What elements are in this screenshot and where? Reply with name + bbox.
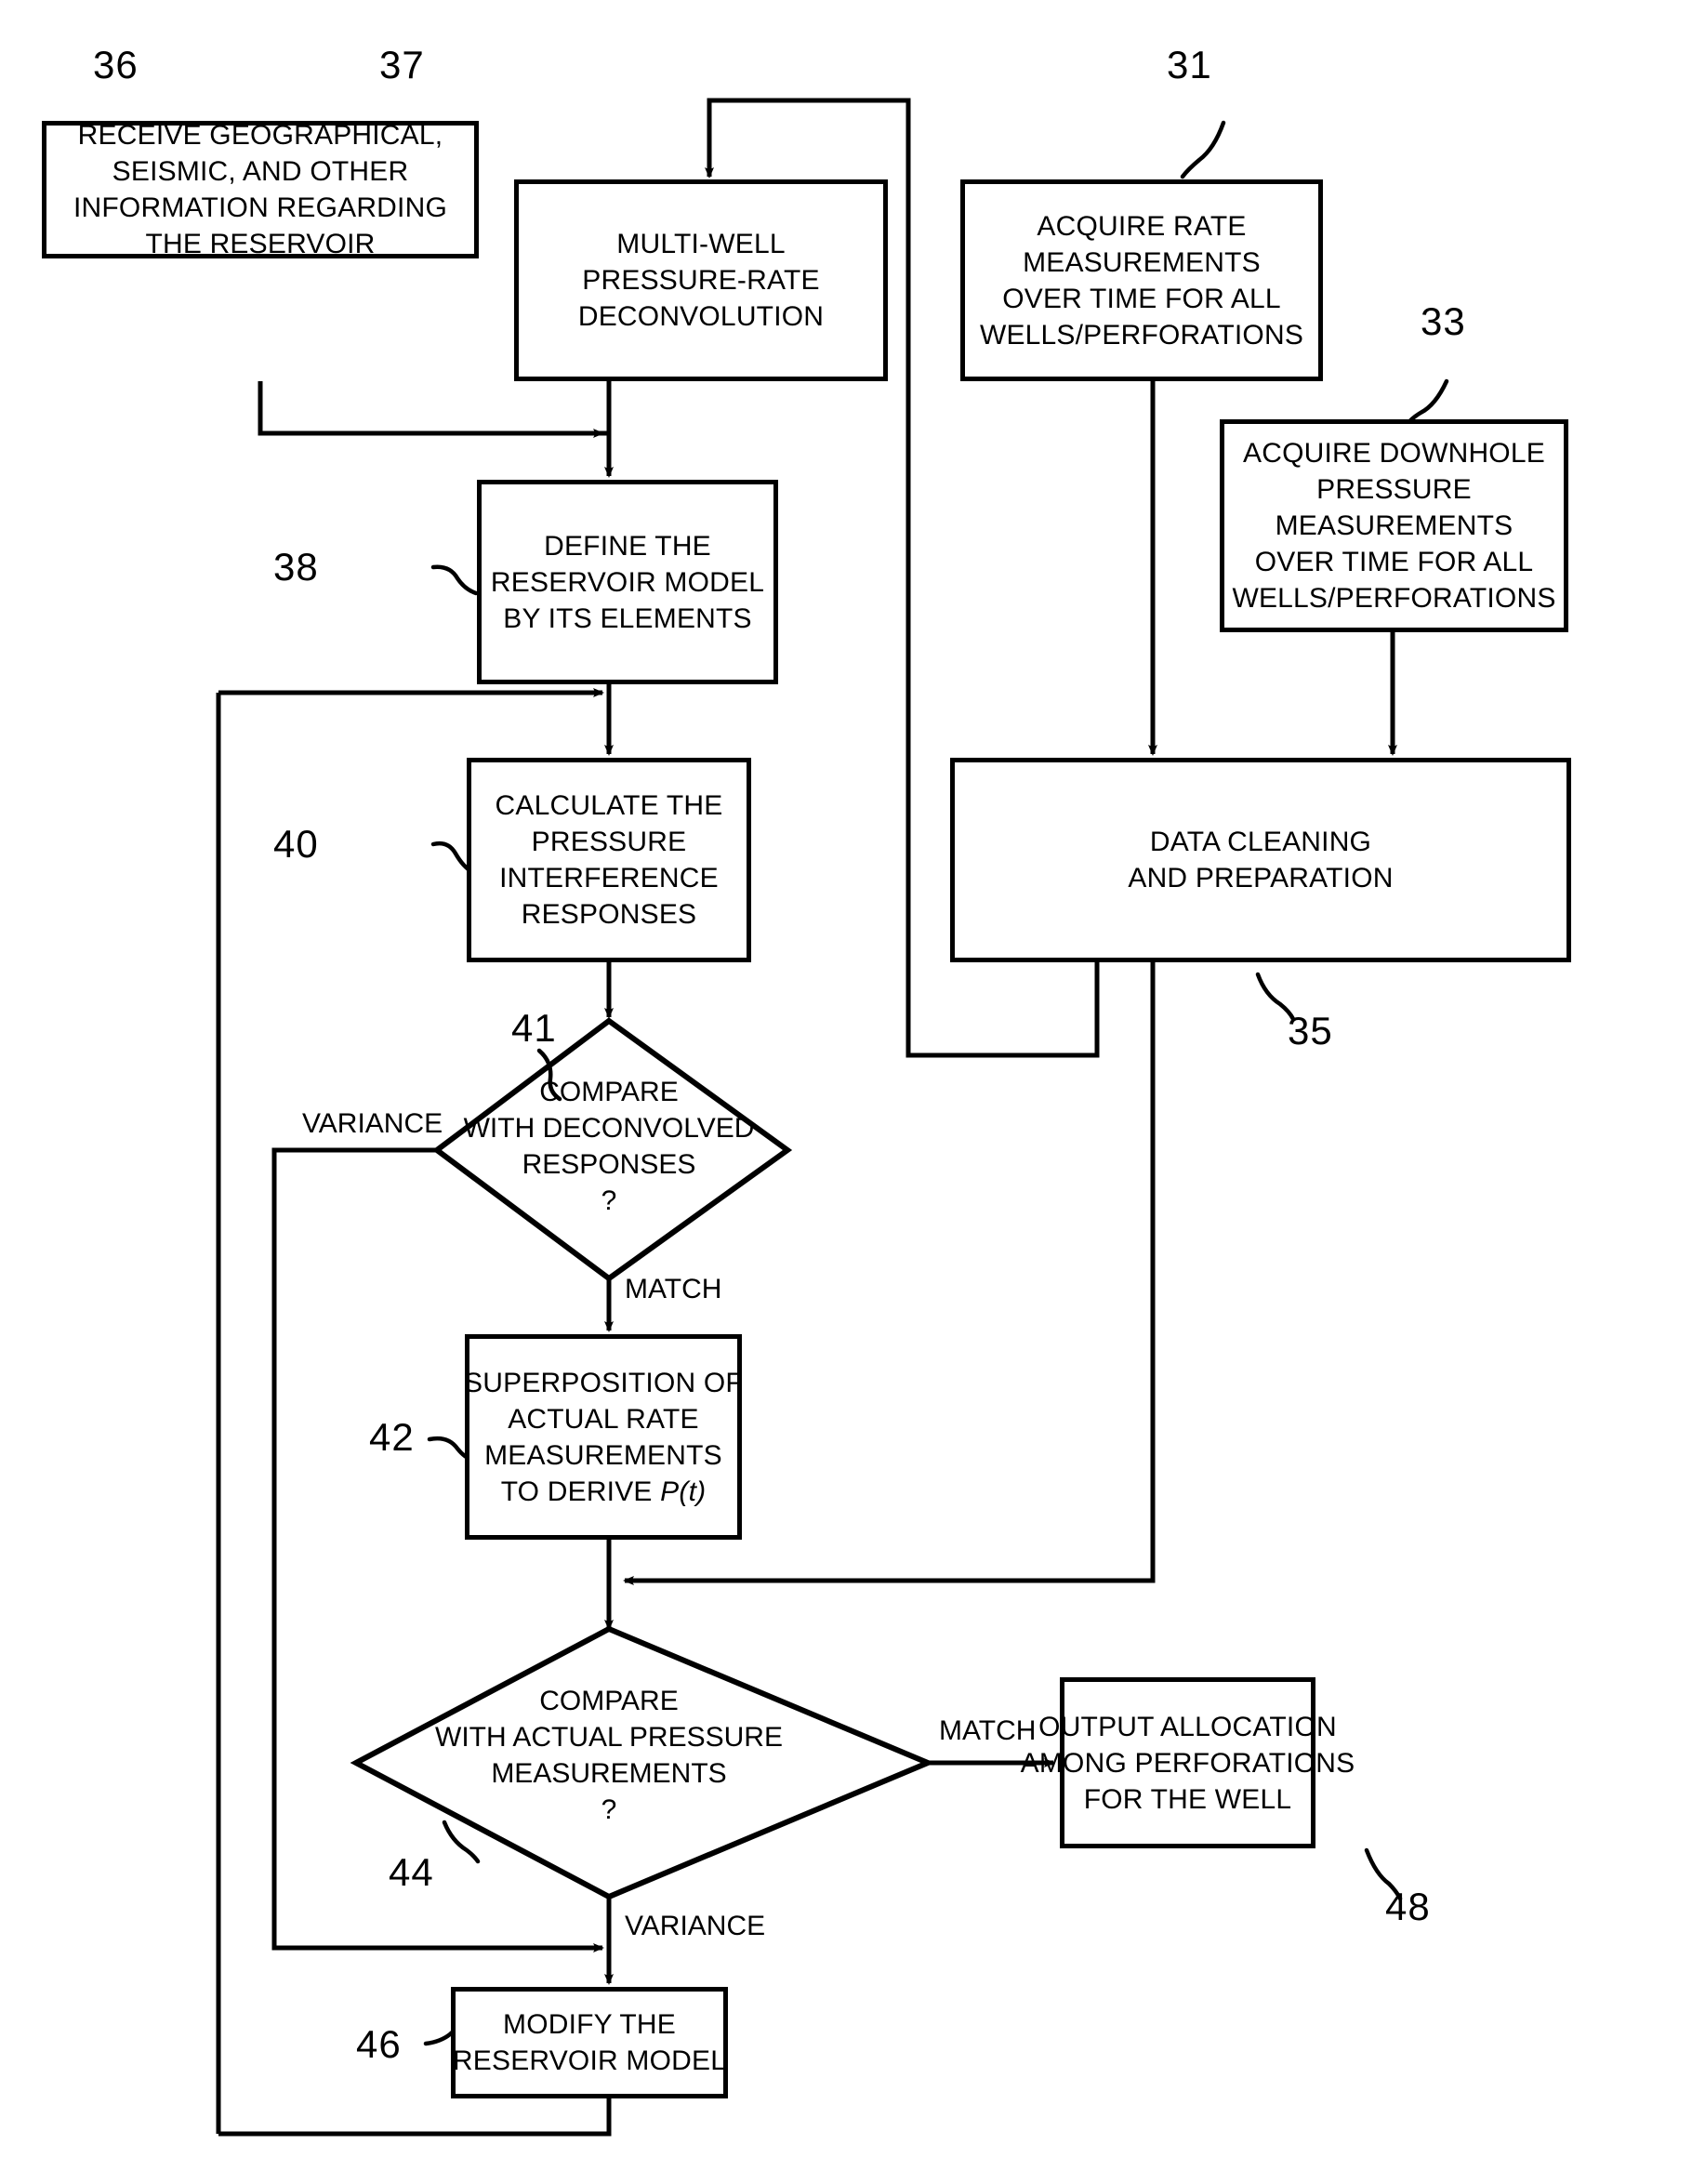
ref-number-38: 38 [273,545,319,589]
node-line: RESERVOIR MODEL [490,566,765,598]
edge-41-variance [271,1147,604,1952]
ref-number-37: 37 [379,43,425,86]
node-calculate-pressure-interference[interactable]: CALCULATE THE PRESSURE INTERFERENCE RESP… [467,758,751,962]
node-line: ACQUIRE RATE [1037,210,1247,242]
node-line: WITH ACTUAL PRESSURE [435,1722,783,1753]
node-modify-reservoir-model[interactable]: MODIFY THE RESERVOIR MODEL [451,1987,728,2098]
edge-label-variance-44: VARIANCE [625,1911,766,1941]
node-line: FOR THE WELL [1083,1783,1292,1815]
node-line: SEISMIC, AND OTHER [112,156,409,187]
node-line: ACQUIRE DOWNHOLE [1243,438,1545,469]
node-line: WELLS/PERFORATIONS [1232,583,1556,614]
node-line: AND PREPARATION [1128,863,1394,893]
edge-46-to-outer-loop [218,2098,612,2137]
node-line: DECONVOLUTION [577,301,825,332]
flowchart-canvas: RECEIVE GEOGRAPHICAL, SEISMIC, AND OTHER… [0,0,1692,2184]
node-line: DEFINE THE [544,530,711,562]
ref-number-44: 44 [389,1850,434,1894]
node-line: THE RESERVOIR [145,229,376,259]
leader-44 [442,1820,481,1864]
node-line: ? [601,1185,617,1216]
ref-number-36: 36 [93,43,139,86]
node-data-cleaning[interactable]: DATA CLEANING AND PREPARATION [950,758,1571,962]
node-line: PRESSURE [1316,474,1472,505]
node-line: RESERVOIR MODEL [452,2045,727,2076]
node-output-allocation[interactable]: OUTPUT ALLOCATION AMONG PERFORATIONS FOR… [1021,1677,1355,1848]
leader-38 [430,564,479,596]
decision-41-text[interactable]: COMPARE WITH DECONVOLVED RESPONSES ? [423,1074,795,1219]
node-line: INTERFERENCE [499,863,719,893]
node-line: OUTPUT ALLOCATION [1038,1711,1337,1742]
node-line: OVER TIME FOR ALL [1254,547,1534,577]
node-line: OVER TIME FOR ALL [1002,283,1281,314]
ref-number-41: 41 [511,1006,557,1050]
node-acquire-downhole-pressure[interactable]: ACQUIRE DOWNHOLE PRESSURE MEASUREMENTS O… [1220,419,1568,632]
leader-31 [1180,120,1226,179]
edge-label-match-44: MATCH [939,1715,1037,1746]
node-line: PRESSURE [531,827,687,857]
node-superposition-derive-pt[interactable]: SUPERPOSITION OF ACTUAL RATE MEASUREMENT… [464,1334,743,1540]
node-line: COMPARE [539,1686,679,1716]
node-line: MULTI-WELL [616,229,786,259]
ref-number-42: 42 [369,1415,415,1459]
node-line: MEASUREMENTS [484,1439,722,1471]
node-line: RESPONSES [521,899,697,930]
node-line-derive: TO DERIVE P(t) [501,1474,707,1510]
leader-33 [1405,378,1449,427]
node-multiwell-deconvolution[interactable]: MULTI-WELL PRESSURE-RATE DECONVOLUTION [514,179,888,381]
node-line: MEASUREMENTS [1023,246,1261,278]
node-line: BY ITS ELEMENTS [503,602,752,634]
ref-number-33: 33 [1421,299,1466,343]
edge-label-match-41: MATCH [625,1274,722,1304]
node-line: CALCULATE THE [495,790,723,821]
node-line: MEASUREMENTS [491,1758,727,1789]
node-line: PRESSURE-RATE [582,265,820,296]
node-receive-info[interactable]: RECEIVE GEOGRAPHICAL, SEISMIC, AND OTHER… [42,120,479,259]
derive-pt-symbol: P(t) [660,1476,707,1507]
node-line: AMONG PERFORATIONS [1020,1747,1355,1779]
node-line: RESPONSES [522,1149,696,1180]
ref-number-35: 35 [1288,1009,1333,1052]
ref-number-46: 46 [356,2022,402,2066]
node-line: MODIFY THE [503,2009,676,2040]
node-acquire-rate[interactable]: ACQUIRE RATE MEASUREMENTS OVER TIME FOR … [960,179,1323,381]
ref-number-31: 31 [1167,43,1212,86]
node-line: SUPERPOSITION OF [464,1367,743,1398]
node-line: WITH DECONVOLVED [463,1113,755,1144]
node-define-reservoir-model[interactable]: DEFINE THE RESERVOIR MODEL BY ITS ELEMEN… [477,480,778,684]
decision-44-text[interactable]: COMPARE WITH ACTUAL PRESSURE MEASUREMENT… [390,1683,827,1828]
node-line: ACTUAL RATE [508,1403,699,1435]
node-line: COMPARE [539,1077,679,1107]
node-line: RECEIVE GEOGRAPHICAL, [77,120,443,151]
node-line: MEASUREMENTS [1275,510,1514,541]
edge-36-to-38 [258,381,609,436]
node-line: WELLS/PERFORATIONS [979,319,1304,351]
node-line: ? [601,1794,617,1825]
ref-number-48: 48 [1385,1885,1431,1928]
edge-label-variance-41: VARIANCE [302,1108,443,1139]
node-line: INFORMATION REGARDING [73,192,447,223]
node-line: DATA CLEANING [1149,827,1372,857]
derive-prefix: TO DERIVE [500,1476,661,1507]
ref-number-40: 40 [273,822,319,866]
